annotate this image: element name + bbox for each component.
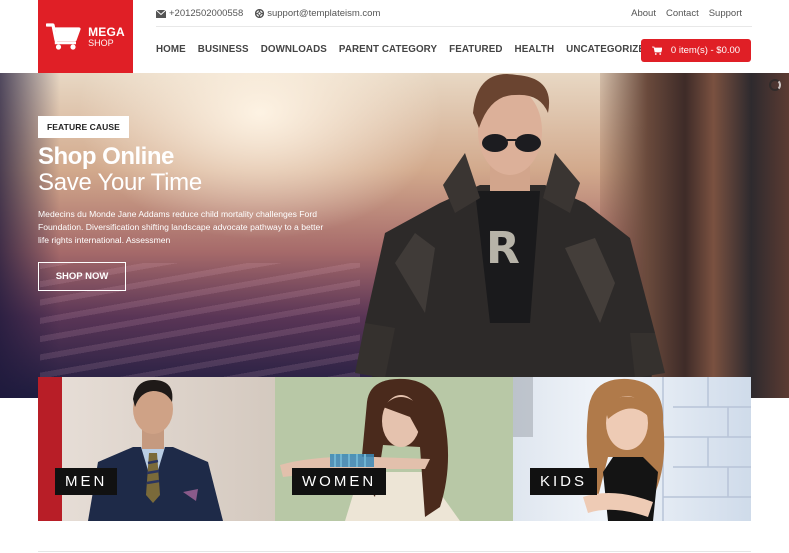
cart-button[interactable]: 0 item(s) - $0.00 <box>641 39 751 62</box>
hero-title-light: Save Your Time <box>38 169 202 196</box>
logo-name-primary: MEGA <box>88 24 125 39</box>
nav-item-featured[interactable]: FEATURED <box>449 44 502 55</box>
nav-item-business[interactable]: BUSINESS <box>198 44 249 55</box>
top-bar: +2012502000558 support@templateism.com A… <box>156 8 752 27</box>
category-label-women: WOMEN <box>292 468 387 495</box>
email-contact[interactable]: support@templateism.com <box>255 8 380 19</box>
svg-text:R: R <box>486 223 520 274</box>
support-lifebuoy-icon <box>255 9 265 18</box>
nav-item-uncategorized[interactable]: UNCATEGORIZED <box>566 44 652 55</box>
hero-title: Shop Online Save Your Time <box>38 145 202 195</box>
site-logo[interactable]: MEGA SHOP <box>38 0 133 73</box>
logo-text: MEGA SHOP <box>88 26 125 48</box>
phone-number: +2012502000558 <box>169 8 244 19</box>
hero-title-bold: Shop Online <box>38 143 174 170</box>
main-navigation: HOME BUSINESS DOWNLOADS PARENT CATEGORY … <box>156 44 652 55</box>
top-links: About Contact Support <box>631 8 742 19</box>
logo-name-secondary: SHOP <box>88 37 114 48</box>
category-banners: MEN WOMEN KIDS <box>38 377 751 521</box>
top-link-about[interactable]: About <box>631 8 656 19</box>
envelope-icon <box>156 9 166 18</box>
nav-item-health[interactable]: HEALTH <box>515 44 555 55</box>
category-women[interactable]: WOMEN <box>275 377 513 521</box>
top-link-support[interactable]: Support <box>709 8 742 19</box>
feature-badge: FEATURE CAUSE <box>38 116 129 138</box>
category-label-kids: KIDS <box>530 468 598 495</box>
contact-info: +2012502000558 support@templateism.com <box>156 8 392 19</box>
category-men[interactable]: MEN <box>38 377 275 521</box>
cart-summary: 0 item(s) - $0.00 <box>670 45 741 56</box>
top-link-contact[interactable]: Contact <box>666 8 699 19</box>
shop-now-button[interactable]: SHOP NOW <box>38 262 126 291</box>
cart-icon <box>651 46 662 55</box>
hero-model-image: R <box>355 74 665 398</box>
nav-item-downloads[interactable]: DOWNLOADS <box>261 44 327 55</box>
category-kids[interactable]: KIDS <box>513 377 751 521</box>
section-divider <box>38 551 751 552</box>
hero-description: Medecins du Monde Jane Addams reduce chi… <box>38 209 324 245</box>
support-email: support@templateism.com <box>267 8 381 19</box>
category-label-men: MEN <box>55 468 118 495</box>
phone-contact: +2012502000558 <box>156 8 243 19</box>
women-model-image <box>280 378 460 521</box>
hero-slider: R FEATURE CAUSE Shop Online Save Your Ti… <box>0 73 789 398</box>
nav-item-parent-category[interactable]: PARENT CATEGORY <box>339 44 437 55</box>
shopping-cart-icon <box>46 22 81 50</box>
site-header: MEGA SHOP +2012502000558 support@templat… <box>0 0 789 73</box>
men-model-image <box>88 379 223 521</box>
nav-item-home[interactable]: HOME <box>156 44 186 55</box>
slider-loading-icon <box>769 79 781 91</box>
kids-model-image <box>513 377 751 521</box>
